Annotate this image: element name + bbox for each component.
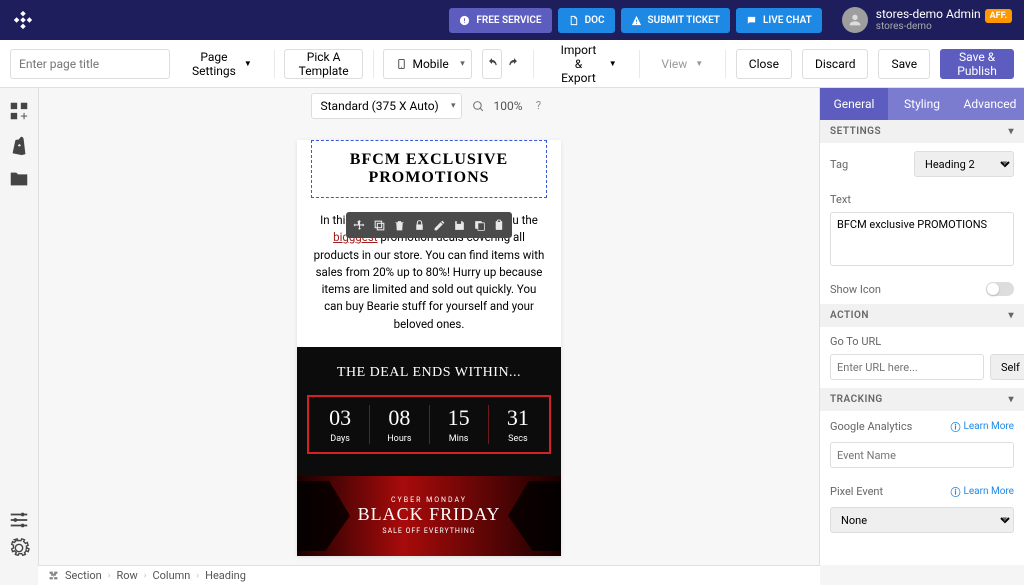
- save-publish-button[interactable]: Save & Publish: [940, 49, 1014, 79]
- tag-label: Tag: [830, 158, 848, 171]
- stage-controls: Standard (375 X Auto) 100% ?: [39, 88, 819, 124]
- page-title-input[interactable]: [10, 49, 170, 79]
- panel-tabs: General Styling Advanced: [820, 88, 1024, 120]
- section-action[interactable]: ACTION▾: [820, 304, 1024, 327]
- collapse-icon: ▾: [1008, 310, 1014, 321]
- crumb-column[interactable]: Column: [152, 569, 190, 582]
- top-navbar: FREE SERVICE DOC SUBMIT TICKET LIVE CHAT…: [0, 0, 1024, 40]
- lock-icon[interactable]: [410, 216, 428, 234]
- mobile-icon: [396, 57, 407, 71]
- crumb-row[interactable]: Row: [116, 569, 137, 582]
- countdown-timer: 03Days 08Hours 15Mins 31Secs: [307, 395, 551, 454]
- live-chat-button[interactable]: LIVE CHAT: [736, 8, 822, 33]
- tab-advanced[interactable]: Advanced: [956, 88, 1024, 120]
- countdown-section[interactable]: THE DEAL ENDS WITHIN... 03Days 08Hours 1…: [297, 347, 561, 476]
- target-select[interactable]: Self: [990, 354, 1024, 380]
- element-toolbar: [346, 212, 512, 238]
- help-icon[interactable]: ?: [531, 98, 547, 114]
- collapse-icon: ▾: [1008, 126, 1014, 137]
- tree-icon: [48, 570, 59, 581]
- submit-ticket-button[interactable]: SUBMIT TICKET: [621, 8, 730, 33]
- counter-mins: 15Mins: [430, 405, 489, 444]
- live-chat-label: LIVE CHAT: [763, 15, 812, 26]
- section-settings[interactable]: SETTINGS▾: [820, 120, 1024, 143]
- canvas-stage: Standard (375 X Auto) 100% ? BFCM EXCLUS…: [38, 88, 820, 565]
- show-icon-label: Show Icon: [830, 283, 881, 296]
- view-button[interactable]: View▼: [649, 49, 715, 79]
- banner-section[interactable]: CYBER MONDAY BLACK FRIDAY SALE OFF EVERY…: [297, 476, 561, 556]
- ga-label: Google Analytics: [830, 420, 912, 433]
- close-button[interactable]: Close: [736, 49, 792, 79]
- counter-days: 03Days: [311, 405, 370, 444]
- heading-element[interactable]: BFCM EXCLUSIVE PROMOTIONS: [311, 140, 547, 198]
- save-block-icon[interactable]: [450, 216, 468, 234]
- editor-toolbar: Page Settings▼ Pick A Template Mobile Im…: [0, 40, 1024, 88]
- user-name: stores-demo Admin: [876, 7, 981, 21]
- counter-hours: 08Hours: [370, 405, 429, 444]
- pixel-label: Pixel Event: [830, 485, 883, 498]
- banner-overline: CYBER MONDAY: [307, 496, 551, 504]
- user-info: stores-demo Admin AFF. stores-demo: [876, 8, 1012, 33]
- pixel-select[interactable]: None: [830, 507, 1014, 533]
- ga-learn-more[interactable]: ⓘLearn More: [950, 419, 1014, 434]
- collapse-icon: ▾: [1008, 394, 1014, 405]
- pixel-learn-more[interactable]: ⓘLearn More: [950, 484, 1014, 499]
- copy-icon[interactable]: [370, 216, 388, 234]
- mobile-canvas[interactable]: BFCM EXCLUSIVE PROMOTIONS In this BFCM, …: [297, 140, 561, 556]
- save-button[interactable]: Save: [878, 49, 930, 79]
- submit-ticket-label: SUBMIT TICKET: [648, 15, 720, 26]
- tab-general[interactable]: General: [820, 88, 888, 120]
- add-element-icon[interactable]: [8, 100, 30, 122]
- redo-icon: [507, 57, 521, 71]
- delete-icon[interactable]: [390, 216, 408, 234]
- user-store: stores-demo: [876, 21, 1012, 32]
- duplicate-icon[interactable]: [470, 216, 488, 234]
- free-service-button[interactable]: FREE SERVICE: [449, 8, 551, 33]
- app-logo: [12, 9, 34, 31]
- paste-icon[interactable]: [490, 216, 508, 234]
- tag-select[interactable]: Heading 2: [914, 151, 1014, 177]
- free-service-label: FREE SERVICE: [476, 15, 541, 26]
- zoom-value: 100%: [493, 99, 522, 113]
- counter-secs: 31Secs: [489, 405, 547, 444]
- doc-label: DOC: [585, 15, 605, 26]
- settings-sliders-icon[interactable]: [8, 509, 30, 531]
- doc-button[interactable]: DOC: [558, 8, 615, 33]
- gear-icon[interactable]: [8, 537, 30, 559]
- user-menu[interactable]: stores-demo Admin AFF. stores-demo: [842, 7, 1012, 33]
- zoom-icon[interactable]: [472, 100, 485, 113]
- undo-icon: [485, 57, 499, 71]
- discard-button[interactable]: Discard: [802, 49, 869, 79]
- crumb-heading[interactable]: Heading: [205, 569, 246, 582]
- show-icon-toggle[interactable]: [986, 282, 1014, 296]
- edit-icon[interactable]: [430, 216, 448, 234]
- import-export-button[interactable]: Import & Export▼: [544, 49, 629, 79]
- avatar: [842, 7, 868, 33]
- breadcrumb: Section› Row› Column› Heading: [38, 565, 820, 585]
- redo-button[interactable]: [504, 49, 523, 79]
- move-icon[interactable]: [350, 216, 368, 234]
- ga-event-input[interactable]: [830, 442, 1014, 468]
- text-label: Text: [830, 193, 851, 206]
- tab-styling[interactable]: Styling: [888, 88, 956, 120]
- goto-url-label: Go To URL: [830, 335, 881, 348]
- aff-badge: AFF.: [985, 9, 1012, 23]
- pick-template-button[interactable]: Pick A Template: [284, 49, 363, 79]
- url-input[interactable]: [830, 354, 984, 380]
- crumb-section[interactable]: Section: [65, 569, 102, 582]
- left-rail: [0, 88, 38, 565]
- undo-button[interactable]: [482, 49, 502, 79]
- deal-title: THE DEAL ENDS WITHIN...: [307, 365, 551, 381]
- shopify-icon[interactable]: [8, 134, 30, 156]
- page-settings-button[interactable]: Page Settings▼: [180, 49, 264, 79]
- viewport-select[interactable]: Standard (375 X Auto): [311, 93, 462, 119]
- folder-icon[interactable]: [8, 168, 30, 190]
- banner-sub: SALE OFF EVERYTHING: [307, 527, 551, 535]
- section-tracking[interactable]: TRACKING▾: [820, 388, 1024, 411]
- device-select[interactable]: Mobile: [383, 49, 471, 79]
- properties-panel: General Styling Advanced SETTINGS▾ Tag H…: [820, 88, 1024, 565]
- text-input[interactable]: BFCM exclusive PROMOTIONS: [830, 212, 1014, 266]
